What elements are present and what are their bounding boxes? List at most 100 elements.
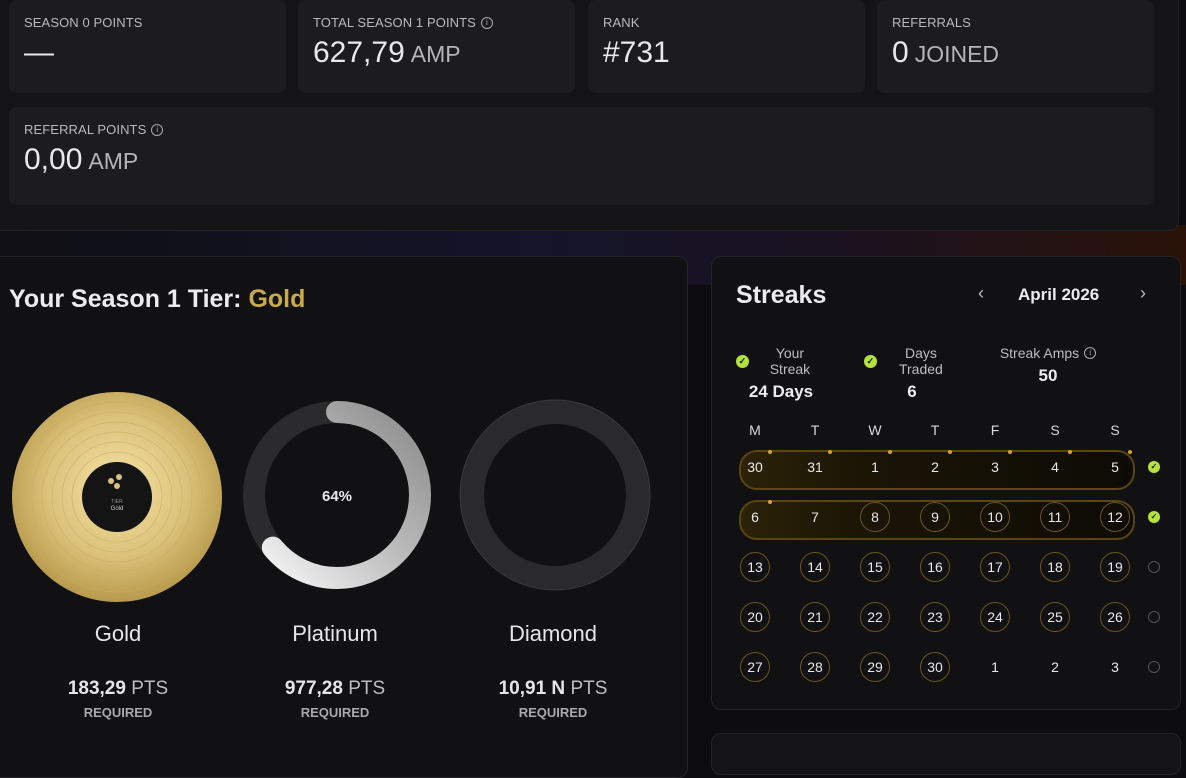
tier-pts-platinum: 977,28 PTS [284,678,386,699]
week-empty-icon [1148,661,1160,673]
week-empty-icon [1148,561,1160,573]
platinum-progress-ring: 64% [243,401,431,589]
check-icon: ✓ [864,354,877,368]
calendar-day[interactable]: 15 [860,552,890,582]
calendar-day[interactable]: 21 [800,602,830,632]
weekday-label: T [930,422,940,438]
record-label-line1: TIER [111,499,123,505]
calendar-day[interactable]: 6 [740,502,770,532]
info-icon[interactable]: i [1084,347,1097,359]
tier-req-platinum: REQUIRED [300,705,370,720]
calendar-day[interactable]: 29 [860,652,890,682]
calendar-day[interactable]: 18 [1040,552,1070,582]
calendar-day[interactable]: 26 [1100,602,1130,632]
referrals-label: REFERRALS [892,15,971,30]
tier-panel: Your Season 1 Tier: Gold TIER Gold 64% G… [0,256,688,778]
season0-value: — [24,36,54,69]
calendar-day[interactable]: 31 [800,452,830,482]
stats-panel: SEASON 0 POINTS — TOTAL SEASON 1 POINTS i… [0,0,1179,231]
tier-pts-gold: 183,29 PTS [67,678,169,699]
trade-dot [1008,450,1012,454]
tier-pts-diamond: 10,91 N PTS [498,678,608,699]
calendar-day[interactable]: 24 [980,602,1010,632]
calendar-day[interactable]: 20 [740,602,770,632]
calendar-day[interactable]: 7 [800,502,830,532]
tier-name-gold: Gold [94,621,142,646]
calendar-day[interactable]: 19 [1100,552,1130,582]
trade-dot [768,450,772,454]
streak-amps-stat: Streak Amps i 50 [998,345,1098,386]
calendar-day[interactable]: 3 [980,452,1010,482]
referral-points-label: REFERRAL POINTS i [24,122,164,137]
tier-name-diamond: Diamond [508,621,598,646]
tier-name-platinum: Platinum [292,621,378,646]
streaks-panel: Streaks ‹ April 2026 › ✓ Your Streak 24 D… [711,256,1181,710]
gold-record-icon: TIER Gold [12,392,222,602]
trade-dot [1068,450,1072,454]
calendar-day[interactable]: 4 [1040,452,1070,482]
weekday-label: T [810,422,820,438]
season1-card: TOTAL SEASON 1 POINTS i 627,79 AMP [298,0,575,93]
trade-dot [828,450,832,454]
info-icon[interactable]: i [480,16,493,29]
referrals-card: REFERRALS 0 JOINED [877,0,1154,93]
calendar-day[interactable]: 2 [920,452,950,482]
calendar-day[interactable]: 8 [860,502,890,532]
calendar-day[interactable]: 1 [980,652,1010,682]
record-label-line2: Gold [111,506,124,512]
prev-month-button[interactable]: ‹ [978,283,984,304]
calendar-day[interactable]: 17 [980,552,1010,582]
trade-dot [1128,450,1132,454]
weekday-label: M [749,422,761,438]
calendar-day[interactable]: 5 [1100,452,1130,482]
season1-value: 627,79 AMP [313,36,461,69]
trade-dot [948,450,952,454]
referrals-value: 0 JOINED [892,36,1000,69]
weekday-label: S [1110,422,1120,438]
bottom-card [711,733,1181,775]
calendar-day[interactable]: 14 [800,552,830,582]
season0-card: SEASON 0 POINTS — [9,0,286,93]
tier-req-diamond: REQUIRED [518,705,588,720]
days-traded-stat: ✓ Days Traded 6 [864,345,960,402]
calendar-day[interactable]: 25 [1040,602,1070,632]
calendar-day[interactable]: 30 [920,652,950,682]
calendar-day[interactable]: 3 [1100,652,1130,682]
week-check-icon: ✓ [1148,461,1160,473]
calendar-day[interactable]: 23 [920,602,950,632]
ring-track [460,400,650,590]
calendar-day[interactable]: 30 [740,452,770,482]
weekday-label: W [868,422,882,438]
progress-label: 64% [322,488,352,505]
trade-dot [768,500,772,504]
tier-title: Your Season 1 Tier: Gold [9,285,306,313]
week-check-icon: ✓ [1148,511,1160,523]
tier-req-gold: REQUIRED [83,705,153,720]
calendar-day[interactable]: 12 [1100,502,1130,532]
calendar-day[interactable]: 9 [920,502,950,532]
calendar-day[interactable]: 22 [860,602,890,632]
record-center [82,462,152,532]
calendar-day[interactable]: 13 [740,552,770,582]
info-icon[interactable]: i [151,123,164,136]
trade-dot [888,450,892,454]
weekday-label: S [1050,422,1060,438]
streaks-title: Streaks [736,281,827,309]
calendar-day[interactable]: 28 [800,652,830,682]
next-month-button[interactable]: › [1140,283,1146,304]
calendar-day[interactable]: 1 [860,452,890,482]
rank-label: RANK [603,15,640,30]
calendar-day[interactable]: 11 [1040,502,1070,532]
weekday-label: F [990,422,1000,438]
calendar-day[interactable]: 10 [980,502,1010,532]
season0-label: SEASON 0 POINTS [24,15,143,30]
calendar-day[interactable]: 27 [740,652,770,682]
current-tier: Gold [248,285,306,313]
week-empty-icon [1148,611,1160,623]
rank-value: #731 [603,36,670,69]
referral-points-card: REFERRAL POINTS i 0,00 AMP [9,107,1154,205]
referral-points-value: 0,00 AMP [24,143,139,176]
calendar-day[interactable]: 2 [1040,652,1070,682]
diamond-ring-icon [459,399,651,591]
calendar-day[interactable]: 16 [920,552,950,582]
